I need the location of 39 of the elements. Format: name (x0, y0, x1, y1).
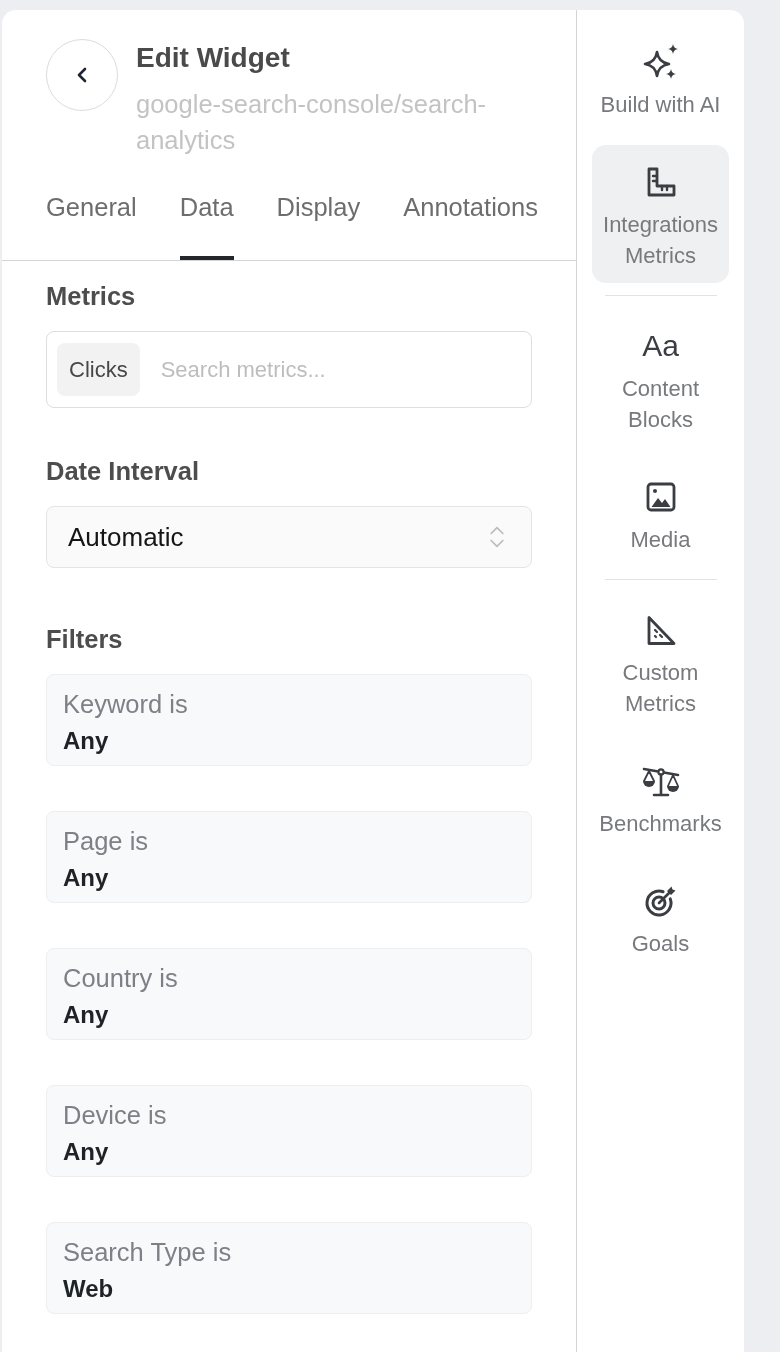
sidebar-item[interactable]: Media (592, 460, 729, 567)
sidebar-item[interactable]: Goals (592, 864, 729, 971)
tab[interactable]: General (46, 192, 137, 260)
filter-label: Country is (63, 963, 178, 994)
filter-value: Any (63, 863, 109, 893)
filter-card[interactable]: Search Type is Web (46, 1222, 532, 1314)
section-label: Metrics (46, 281, 137, 311)
filter-card[interactable]: Keyword is Any (46, 674, 532, 766)
filter-card[interactable]: Page is Any (46, 811, 532, 903)
target-arrow-icon (643, 884, 678, 918)
date-interval-select[interactable]: Automatic (46, 506, 532, 568)
filter-label: Page is (63, 826, 149, 857)
filter-label: Search Type is (63, 1237, 232, 1268)
widget-path: google-search-console/search-analytics (136, 89, 488, 156)
section-label: Filters (46, 624, 124, 654)
filter-card[interactable]: Device is Any (46, 1085, 532, 1177)
tab[interactable]: Data (179, 192, 234, 260)
filter-value: Web (63, 1274, 114, 1304)
page-title: Edit Widget (136, 41, 291, 75)
tab[interactable]: Display (276, 192, 361, 260)
text-style-icon: Aa (642, 331, 679, 361)
filter-label: Device is (63, 1100, 167, 1131)
sidebar-item[interactable]: Integrations Metrics (592, 145, 729, 283)
metrics-field[interactable]: Clicks Search metrics... (46, 331, 532, 408)
image-icon (645, 482, 676, 512)
metric-tag[interactable]: Clicks (57, 343, 140, 396)
section-label: Date Interval (46, 456, 201, 486)
sidebar-item[interactable]: Benchmarks (592, 744, 729, 851)
filter-value: Any (63, 726, 109, 756)
filter-value: Any (63, 1137, 109, 1167)
sidebar-item[interactable]: Build with AI (592, 25, 729, 132)
ruler-icon (645, 167, 676, 197)
filter-value: Any (63, 1000, 109, 1030)
filter-card[interactable]: Country is Any (46, 948, 532, 1040)
tab[interactable]: Annotations (403, 192, 538, 260)
sidebar-item[interactable]: Aa Content Blocks (592, 309, 729, 447)
sidebar-item[interactable]: Custom Metrics (592, 593, 729, 731)
sparkles-icon (642, 44, 679, 80)
filter-label: Keyword is (63, 689, 188, 720)
